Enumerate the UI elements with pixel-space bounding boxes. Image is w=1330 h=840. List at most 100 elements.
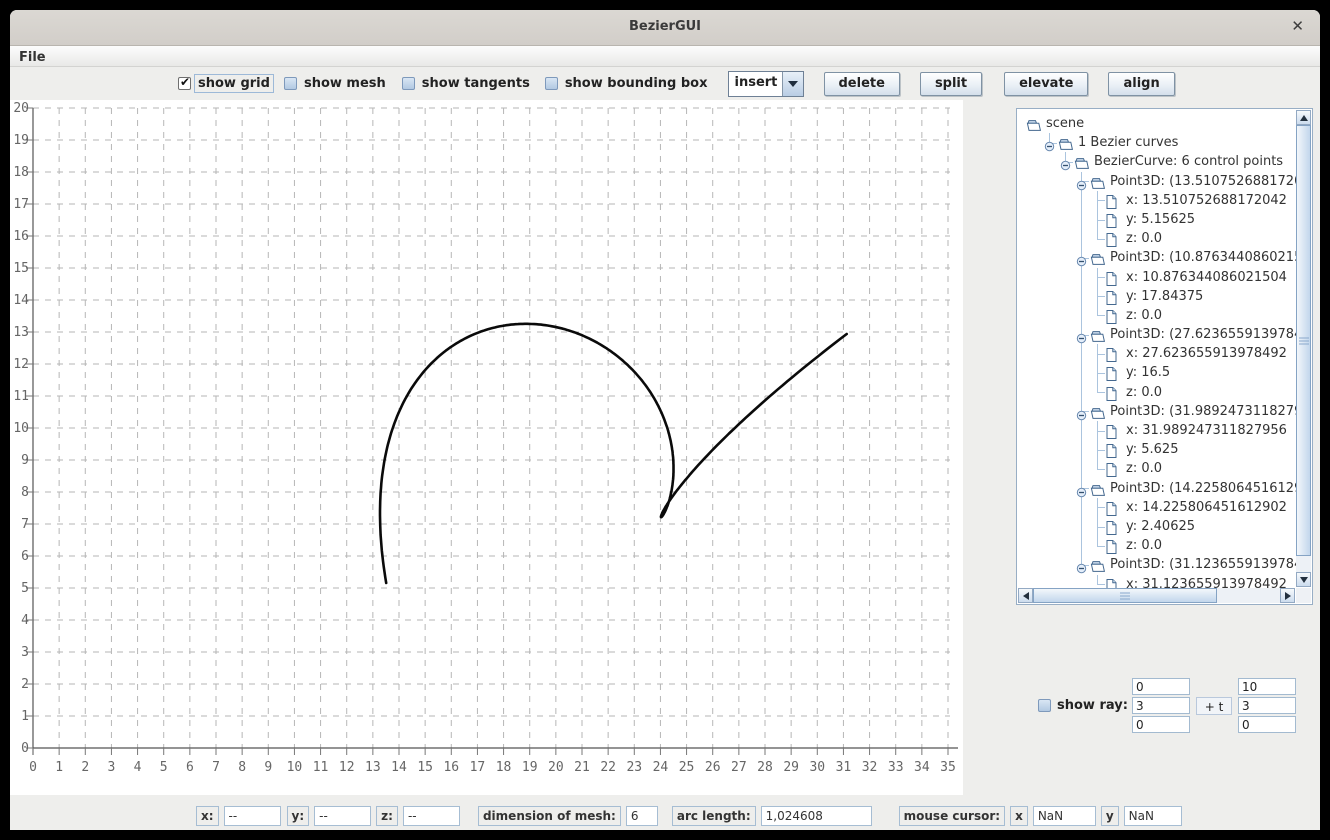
menu-file[interactable]: File — [10, 48, 55, 67]
tree-horizontal-scrollbar[interactable] — [1018, 588, 1295, 603]
tree-leaf-node[interactable]: x: 10.876344086021504 — [1126, 270, 1287, 285]
tree-row[interactable]: x: 31.123655913978492 — [1018, 575, 1296, 589]
horizontal-scroll-thumb[interactable] — [1033, 588, 1217, 603]
tree-folder-node[interactable]: Point3D: (14.225806451612902 — [1110, 481, 1296, 496]
tree-folder-node[interactable]: BezierCurve: 6 control points — [1094, 154, 1283, 169]
tree-row[interactable]: Point3D: (13.510752688172042 — [1018, 172, 1296, 191]
tree-row[interactable]: 1 Bezier curves — [1018, 133, 1296, 152]
tree-row[interactable]: y: 5.625 — [1018, 440, 1296, 459]
tree-leaf-node[interactable]: x: 14.225806451612902 — [1126, 500, 1287, 515]
checkbox-label[interactable]: show grid — [196, 76, 272, 91]
title-bar[interactable]: BezierGUI ✕ — [10, 10, 1320, 46]
scroll-down-icon[interactable] — [1296, 572, 1311, 587]
tree-leaf-node[interactable]: y: 17.84375 — [1126, 289, 1203, 304]
show-ray-checkbox[interactable] — [1038, 699, 1051, 712]
svg-text:18: 18 — [496, 760, 512, 775]
tree-row[interactable]: x: 10.876344086021504 — [1018, 268, 1296, 287]
svg-text:34: 34 — [914, 760, 930, 775]
ray-value-field[interactable] — [1132, 678, 1190, 695]
tree-row[interactable]: z: 0.0 — [1018, 536, 1296, 555]
tree-row[interactable]: Point3D: (27.623655913978492 — [1018, 325, 1296, 344]
tree-row[interactable]: y: 5.15625 — [1018, 210, 1296, 229]
unchecked-checkbox-icon[interactable] — [402, 77, 415, 90]
unchecked-checkbox-icon[interactable] — [284, 77, 297, 90]
tree-leaf-node[interactable]: y: 2.40625 — [1126, 519, 1195, 534]
tree-row[interactable]: z: 0.0 — [1018, 383, 1296, 402]
scroll-right-icon[interactable] — [1280, 588, 1295, 603]
scroll-left-icon[interactable] — [1018, 588, 1033, 603]
ray-value-field[interactable] — [1238, 716, 1296, 733]
scroll-up-icon[interactable] — [1296, 110, 1311, 125]
tree-leaf-node[interactable]: z: 0.0 — [1126, 308, 1162, 323]
tree-folder-node[interactable]: scene — [1046, 116, 1084, 131]
tree-row[interactable]: Point3D: (10.876344086021504 — [1018, 248, 1296, 267]
svg-text:31: 31 — [836, 760, 852, 775]
tree-row[interactable]: x: 14.225806451612902 — [1018, 498, 1296, 517]
close-icon[interactable]: ✕ — [1291, 17, 1304, 35]
tree-row[interactable]: scene — [1018, 114, 1296, 133]
chevron-down-icon[interactable] — [782, 72, 803, 96]
tree-row[interactable]: z: 0.0 — [1018, 229, 1296, 248]
insert-combobox[interactable]: insert — [728, 71, 804, 97]
tree-folder-node[interactable]: Point3D: (31.123655913978492 — [1110, 557, 1296, 572]
tree-row[interactable]: y: 17.84375 — [1018, 287, 1296, 306]
tree-leaf-node[interactable]: z: 0.0 — [1126, 461, 1162, 476]
tree-row[interactable]: z: 0.0 — [1018, 306, 1296, 325]
tree-folder-node[interactable]: 1 Bezier curves — [1078, 135, 1178, 150]
tree-leaf-node[interactable]: z: 0.0 — [1126, 538, 1162, 553]
ray-value-field[interactable] — [1132, 697, 1190, 714]
checkbox-label[interactable]: show mesh — [302, 76, 388, 91]
checkbox-label[interactable]: show bounding box — [563, 76, 710, 91]
tree-folder-node[interactable]: Point3D: (31.989247311827956 — [1110, 404, 1296, 419]
tree-folder-node[interactable]: Point3D: (10.876344086021504 — [1110, 250, 1296, 265]
unchecked-checkbox-icon[interactable] — [545, 77, 558, 90]
mouse-y-label: y — [1101, 806, 1119, 826]
align-button[interactable]: align — [1108, 72, 1174, 96]
tree-connector-line — [1097, 536, 1098, 546]
svg-text:1: 1 — [21, 709, 29, 724]
tree-leaf-node[interactable]: x: 27.623655913978492 — [1126, 346, 1287, 361]
split-button[interactable]: split — [920, 72, 982, 96]
tree-row[interactable]: x: 13.510752688172042 — [1018, 191, 1296, 210]
svg-text:1: 1 — [55, 760, 63, 775]
tree-connector-line — [1097, 383, 1098, 393]
ray-value-field[interactable] — [1238, 697, 1296, 714]
tree-row[interactable]: x: 27.623655913978492 — [1018, 344, 1296, 363]
tree-leaf-node[interactable]: y: 5.625 — [1126, 442, 1178, 457]
tree-row[interactable]: z: 0.0 — [1018, 459, 1296, 478]
checkbox-show-mesh[interactable]: show mesh — [284, 76, 388, 91]
ray-value-field[interactable] — [1132, 716, 1190, 733]
tree-vertical-scrollbar[interactable] — [1296, 110, 1311, 587]
tree-leaf-node[interactable]: y: 16.5 — [1126, 365, 1170, 380]
svg-text:10: 10 — [287, 760, 303, 775]
vertical-scroll-thumb[interactable] — [1296, 125, 1311, 556]
tree-connector-line — [1097, 296, 1105, 297]
curve-canvas[interactable]: 0123456789101112131415161718192021222324… — [10, 100, 963, 795]
tree-folder-node[interactable]: Point3D: (13.510752688172042 — [1110, 174, 1296, 189]
tree-row[interactable]: Point3D: (31.989247311827956 — [1018, 402, 1296, 421]
elevate-button[interactable]: elevate — [1004, 72, 1088, 96]
tree-leaf-node[interactable]: y: 5.15625 — [1126, 212, 1195, 227]
checkbox-show-grid[interactable]: show grid — [178, 76, 272, 91]
tree-row[interactable]: BezierCurve: 6 control points — [1018, 152, 1296, 171]
tree-leaf-node[interactable]: z: 0.0 — [1126, 231, 1162, 246]
svg-text:33: 33 — [888, 760, 904, 775]
tree-leaf-node[interactable]: x: 31.989247311827956 — [1126, 423, 1287, 438]
tree-row[interactable]: y: 16.5 — [1018, 363, 1296, 382]
ray-value-field[interactable] — [1238, 678, 1296, 695]
tree-leaf-node[interactable]: x: 13.510752688172042 — [1126, 193, 1287, 208]
checkbox-label[interactable]: show tangents — [420, 76, 532, 91]
checked-checkbox-icon[interactable] — [178, 77, 191, 90]
tree-connector-line — [1097, 200, 1105, 201]
tree-row[interactable]: y: 2.40625 — [1018, 517, 1296, 536]
checkbox-show-tangents[interactable]: show tangents — [402, 76, 532, 91]
tree-leaf-node[interactable]: x: 31.123655913978492 — [1126, 577, 1287, 589]
tree-row[interactable]: Point3D: (31.123655913978492 — [1018, 555, 1296, 574]
delete-button[interactable]: delete — [824, 72, 900, 96]
tree-row[interactable]: Point3D: (14.225806451612902 — [1018, 479, 1296, 498]
tree-row[interactable]: x: 31.989247311827956 — [1018, 421, 1296, 440]
tree-folder-node[interactable]: Point3D: (27.623655913978492 — [1110, 327, 1296, 342]
checkbox-show-bounding-box[interactable]: show bounding box — [545, 76, 710, 91]
svg-text:19: 19 — [13, 133, 29, 148]
tree-leaf-node[interactable]: z: 0.0 — [1126, 385, 1162, 400]
